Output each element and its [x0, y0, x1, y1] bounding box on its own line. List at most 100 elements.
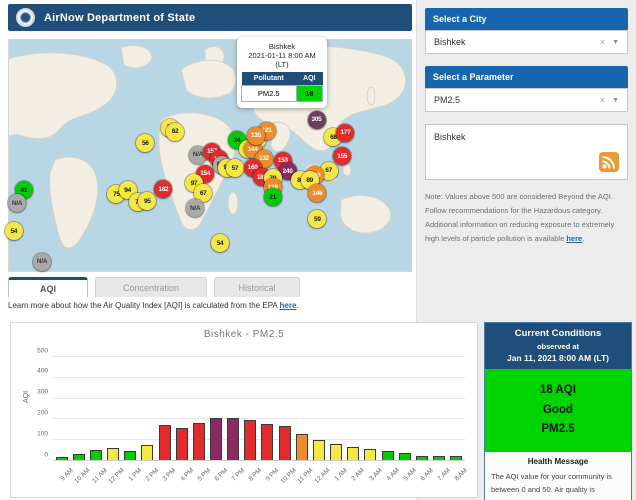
aqi-marker[interactable]: 95 — [138, 192, 157, 211]
x-axis-tick: 4 AM — [385, 467, 401, 483]
aqi-marker[interactable]: 177 — [336, 123, 355, 142]
chart-bar[interactable] — [141, 444, 154, 460]
x-axis-tick: 5 AM — [402, 467, 418, 483]
chart-bar[interactable] — [209, 418, 222, 460]
x-axis-tick: 8 AM — [453, 467, 470, 483]
aqi-marker[interactable]: 135 — [246, 126, 265, 145]
chart-bar[interactable] — [347, 446, 360, 460]
popup-col-pollutant: Pollutant — [241, 72, 297, 86]
clear-city-icon[interactable]: × — [600, 37, 605, 47]
x-axis-tick: 6 AM — [419, 467, 435, 483]
x-axis-tick: 6 PM — [213, 467, 229, 483]
seal-inner — [20, 12, 31, 23]
chart-bar[interactable] — [124, 450, 137, 460]
chart-bar[interactable] — [278, 426, 291, 460]
city-select-value: Bishkek — [434, 37, 466, 47]
clear-parameter-icon[interactable]: × — [600, 95, 605, 105]
city-feed-box: Bishkek — [425, 124, 628, 180]
current-aqi-pollutant: PM2.5 — [541, 423, 575, 436]
aqi-marker[interactable]: 59 — [308, 210, 327, 229]
aqi-marker[interactable]: 182 — [154, 180, 173, 199]
chart-bar[interactable] — [72, 454, 85, 460]
chart-bar[interactable] — [158, 424, 171, 460]
x-axis-tick: 9 AM — [59, 467, 75, 483]
chart-bar[interactable] — [450, 456, 463, 460]
x-axis-tick: 12 AM — [313, 467, 332, 485]
city-select[interactable]: Bishkek × ▼ — [425, 30, 628, 54]
chevron-down-icon[interactable]: ▼ — [612, 39, 619, 46]
aqi-marker[interactable]: 21 — [263, 188, 282, 207]
aqi-marker[interactable]: N/A — [186, 199, 205, 218]
popup-col-aqi: AQI — [296, 72, 323, 86]
chart-bar[interactable] — [330, 443, 343, 460]
x-axis-tick: 2 AM — [350, 467, 367, 483]
aqi-marker[interactable]: 56 — [136, 134, 155, 153]
aqi-marker[interactable]: 146 — [308, 184, 327, 203]
chevron-down-icon[interactable]: ▼ — [612, 97, 619, 104]
chart-title: Bishkek - PM2.5 — [203, 329, 285, 340]
airnow-page: AirNow Department of State 41 N/A 54 N/A… — [0, 0, 636, 500]
map-popup: Bishkek 2021-01-11 8:00 AM (LT) Pollutan… — [237, 37, 327, 108]
chart-bar[interactable] — [192, 422, 205, 460]
aqi-marker[interactable]: 305 — [307, 110, 326, 129]
popup-timezone: (LT) — [275, 60, 289, 69]
aqi-chart-panel: Bishkek - PM2.5 AQI 0 100 200 300 400 500 9 A… — [10, 322, 478, 498]
tab-concentration[interactable]: Concentration — [95, 277, 207, 297]
health-message-title: Health Message — [527, 456, 589, 466]
health-message-text: The AQI value for your community is betw… — [491, 471, 623, 500]
chart-bar[interactable] — [55, 457, 68, 460]
x-axis-tick: 8 PM — [247, 467, 264, 483]
current-conditions-panel: Current Conditions observed at Jan 11, 2… — [484, 322, 632, 500]
y-axis-tick: 200 — [37, 409, 48, 417]
bar-series — [53, 357, 465, 461]
chart-bar[interactable] — [433, 456, 446, 460]
tab-aqi[interactable]: AQI — [8, 277, 88, 297]
chart-bar[interactable] — [364, 449, 377, 460]
x-axis-tick: 1 AM — [333, 467, 350, 483]
aqi-marker[interactable]: 54 — [211, 234, 230, 253]
x-axis-tick: 4 PM — [178, 467, 195, 483]
chart-bar[interactable] — [312, 440, 325, 460]
feed-city-label: Bishkek — [434, 132, 466, 142]
note-suffix: . — [582, 233, 585, 243]
chart-bar[interactable] — [107, 448, 120, 460]
aqi-marker[interactable]: 57 — [225, 159, 244, 178]
parameter-select[interactable]: PM2.5 × ▼ — [425, 88, 628, 112]
x-axis-tick: 12 PM — [107, 467, 126, 486]
chart-bar[interactable] — [381, 451, 394, 460]
rss-icon[interactable] — [599, 152, 619, 172]
aqi-marker[interactable]: 155 — [333, 147, 352, 166]
app-header: AirNow Department of State — [8, 4, 412, 31]
world-aqi-map[interactable]: 41N/A54N/A75947695567762182N/A157158154N… — [4, 37, 412, 272]
chart-bar[interactable] — [227, 418, 240, 460]
y-axis-tick: 0 — [44, 451, 48, 458]
chart-bar[interactable] — [244, 419, 257, 460]
chart-bar[interactable] — [175, 428, 188, 460]
chart-bar[interactable] — [415, 456, 428, 460]
beyond-aqi-note: Note: Values above 500 are considered Be… — [425, 190, 629, 246]
state-department-seal-icon — [16, 8, 35, 27]
aqi-marker[interactable]: 54 — [4, 222, 23, 241]
observed-at-label: observed at — [536, 342, 580, 351]
aqi-marker[interactable]: N/A — [32, 252, 51, 271]
x-axis-tick: 7 AM — [436, 467, 452, 483]
note-here-link[interactable]: here — [566, 234, 582, 243]
chart-bar[interactable] — [261, 423, 274, 460]
y-axis-tick: 100 — [37, 430, 48, 438]
x-axis-tick: 5 PM — [196, 467, 212, 483]
current-aqi-category: Good — [542, 403, 574, 416]
chart-bar[interactable] — [89, 450, 102, 460]
current-conditions-title: Current Conditions — [514, 328, 602, 339]
aqi-marker[interactable]: 62 — [166, 122, 185, 141]
chart-bar[interactable] — [398, 453, 411, 460]
aqi-marker[interactable]: N/A — [8, 194, 27, 213]
tab-historical[interactable]: Historical — [214, 277, 300, 297]
health-message-section: Health Message The AQI value for your co… — [485, 451, 631, 500]
current-aqi-value: 18 AQI — [539, 384, 576, 396]
x-axis-tick: 10 PM — [279, 467, 298, 486]
x-axis-tick: 2 PM — [144, 467, 161, 483]
city-panel: Select a City Bishkek × ▼ — [425, 8, 628, 54]
chart-bar[interactable] — [295, 433, 308, 460]
x-axis-labels: 9 AM 10 AM 11 AM 12 PM 1 PM 2 PM 3 PM 4 PM 5 PM 6… — [53, 461, 470, 491]
epa-link[interactable]: here — [280, 301, 297, 310]
